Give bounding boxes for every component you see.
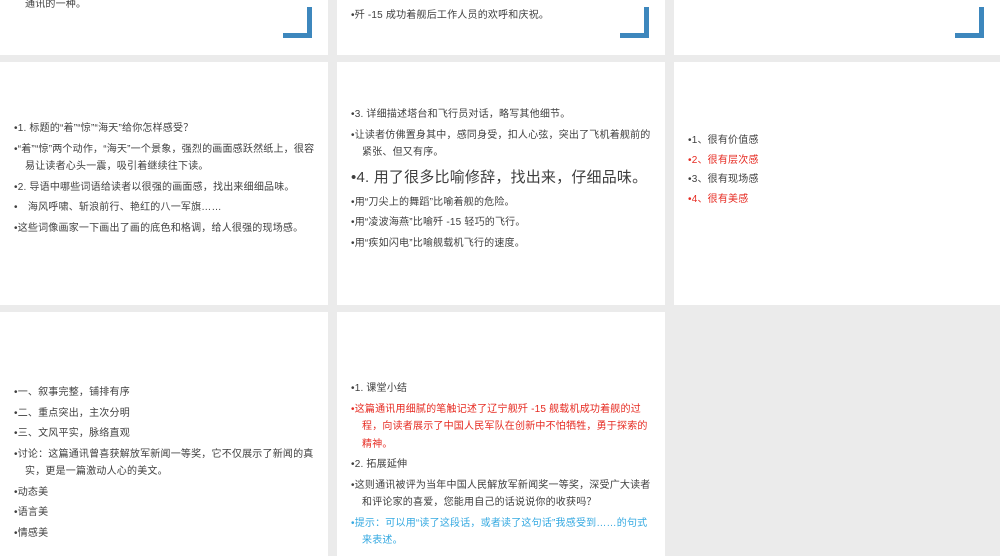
corner-bracket-icon	[283, 7, 312, 38]
slide-text-line: •3. 详细描述塔台和飞行员对话，略写其他细节。	[351, 109, 571, 120]
corner-bracket-icon	[955, 7, 984, 38]
slide-text-block: •3. 详细描述塔台和飞行员对话，略写其他细节。 •让读者仿佛置身其中，感同身受，…	[351, 106, 654, 255]
slide-text-line: •情感美	[14, 527, 49, 539]
slide-thumbnail-r3c2[interactable]: •1. 课堂小结 •这篇通讯用细腻的笔触记述了辽宁舰歼 -15 舰载机成功着舰的过…	[337, 312, 665, 556]
slide-text-block: •一、叙事完整，铺排有序 •二、重点突出，主次分明 •三、文风平实，脉络直观 •讨论：…	[14, 384, 317, 545]
slide-text-line: •3、很有现场感	[688, 174, 759, 185]
slide-text-block: •1. 标题的“着”“惊”“海天”给你怎样感受？ •“着”“惊”两个动作，“海天”…	[14, 120, 317, 240]
slide-thumbnail-r1c1[interactable]: 通讯的一种。	[0, 0, 328, 55]
slide-text-line: •语言美	[14, 507, 49, 518]
slide-text-line: •4、很有美感	[688, 193, 749, 205]
slide-text-line: •2、很有层次感	[688, 154, 759, 166]
slide-text-line: •用“刀尖上的舞蹈”比喻着舰的危险。	[351, 196, 515, 208]
slide-text-line: •“着”“惊”两个动作，“海天”一个景象，强烈的画面感跃然纸上，很容易让读者心头…	[14, 143, 315, 173]
slide-text-line: • 海风呼啸、斩浪前行、艳红的八一军旗……	[14, 202, 222, 213]
slide-text-line: •一、叙事完整，铺排有序	[14, 387, 130, 398]
slide-text-line: •2. 拓展延伸	[351, 459, 408, 470]
slide-text-line: •让读者仿佛置身其中，感同身受，扣人心弦，突出了飞机着舰前的紧张、但又有序。	[351, 129, 651, 159]
slide-thumbnail-r2c3[interactable]: •1、很有价值感 •2、很有层次感 •3、很有现场感 •4、很有美感	[674, 62, 1000, 305]
slide-text-line: •用“凌波海燕”比喻歼 -15 轻巧的飞行。	[351, 217, 526, 228]
slide-text-line: •提示：可以用“读了这段话，或者读了这句话”我感受到……的句式来表述。	[351, 517, 648, 547]
slide-text-line: 通讯的一种。	[25, 0, 87, 10]
slide-sorter-canvas: 通讯的一种。 •歼 -15 成功着舰的过程 •歼 -15 成功着舰后工作人员的欢呼…	[0, 0, 1000, 556]
slide-text-line: •这篇通讯用细腻的笔触记述了辽宁舰歼 -15 舰载机成功着舰的过程，向读者展示了…	[351, 403, 648, 450]
slide-text-line: •用“疾如闪电”比喻舰载机飞行的速度。	[351, 237, 525, 249]
slide-text-line: •1. 课堂小结	[351, 383, 408, 394]
slide-text-line: •4. 用了很多比喻修辞，找出来，仔细品味。	[351, 168, 648, 186]
slide-text-line: •二、重点突出，主次分明	[14, 407, 130, 419]
slide-text-line: •2. 导语中哪些词语给读者以很强的画面感，找出来细细品味。	[14, 181, 295, 193]
slide-text-block: 通讯的一种。	[14, 0, 317, 17]
slide-text-line: •1、很有价值感	[688, 135, 759, 146]
slide-text-line: •歼 -15 成功着舰的过程	[351, 0, 654, 4]
slide-text-line: •1. 标题的“着”“惊”“海天”给你怎样感受？	[14, 123, 194, 134]
slide-text-line: •三、文风平实，脉络直观	[14, 428, 130, 439]
corner-bracket-icon	[620, 7, 649, 38]
slide-text-line: •动态美	[14, 486, 49, 498]
slide-thumbnail-r1c3[interactable]	[674, 0, 1000, 55]
slide-text-block: •歼 -15 成功着舰的过程 •歼 -15 成功着舰后工作人员的欢呼和庆祝。	[351, 0, 654, 27]
slide-text-block: •1. 课堂小结 •这篇通讯用细腻的笔触记述了辽宁舰歼 -15 舰载机成功着舰的过…	[351, 380, 654, 553]
slide-thumbnail-r2c1[interactable]: •1. 标题的“着”“惊”“海天”给你怎样感受？ •“着”“惊”两个动作，“海天”…	[0, 62, 328, 305]
slide-thumbnail-r3c1[interactable]: •一、叙事完整，铺排有序 •二、重点突出，主次分明 •三、文风平实，脉络直观 •讨论：…	[0, 312, 328, 556]
slide-text-line: •讨论：这篇通讯曾喜获解放军新闻一等奖，它不仅展示了新闻的真实，更是一篇激动人心…	[14, 448, 314, 478]
slide-text-line: •这些词像画家一下画出了画的底色和格调，给人很强的现场感。	[14, 222, 304, 234]
slide-text-line: •这则通讯被评为当年中国人民解放军新闻奖一等奖，深受广大读者和评论家的喜爱，您能…	[351, 479, 651, 509]
slide-text-block: •1、很有价值感 •2、很有层次感 •3、很有现场感 •4、很有美感	[688, 132, 989, 210]
slide-thumbnail-r1c2[interactable]: •歼 -15 成功着舰的过程 •歼 -15 成功着舰后工作人员的欢呼和庆祝。	[337, 0, 665, 55]
slide-text-line: •歼 -15 成功着舰后工作人员的欢呼和庆祝。	[351, 9, 550, 21]
slide-thumbnail-r2c2[interactable]: •3. 详细描述塔台和飞行员对话，略写其他细节。 •让读者仿佛置身其中，感同身受，…	[337, 62, 665, 305]
